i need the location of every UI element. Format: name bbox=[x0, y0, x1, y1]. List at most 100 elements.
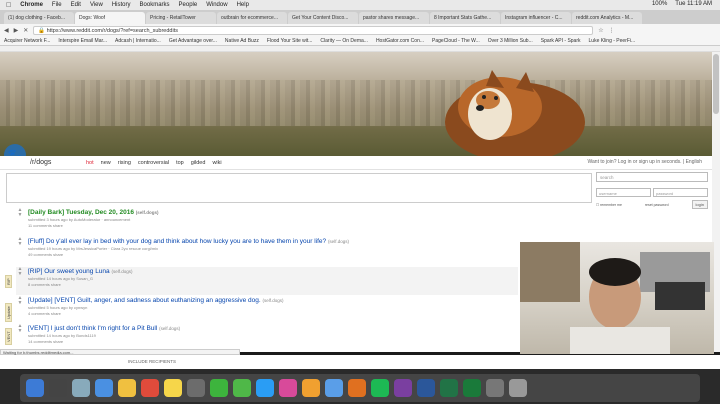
post-actions[interactable]: 8 comments share bbox=[28, 282, 518, 287]
tab-instagram[interactable]: Instagram influencer - C... bbox=[501, 12, 571, 24]
vote-arrows[interactable]: ▲ ▼ bbox=[16, 237, 24, 247]
bookmark-item[interactable]: Adcash | Internatio... bbox=[115, 38, 161, 44]
spotify-icon[interactable] bbox=[371, 379, 389, 397]
menu-history[interactable]: History bbox=[112, 2, 131, 8]
menu-file[interactable]: File bbox=[52, 2, 62, 8]
tab-reddit-analytics[interactable]: reddit.com Analytics - M... bbox=[572, 12, 642, 24]
tab-new[interactable]: new bbox=[101, 160, 111, 166]
bookmark-item[interactable]: Spark API - Spark bbox=[541, 38, 581, 44]
post-item[interactable]: ▲ ▼ [Update] [VENT] Guilt, anger, and sad… bbox=[16, 296, 518, 324]
post-actions[interactable]: 14 comments share bbox=[28, 339, 518, 344]
post-title[interactable]: [Fluff] Do y'all ever lay in bed with yo… bbox=[28, 238, 326, 245]
tab-gilded[interactable]: gilded bbox=[191, 160, 206, 166]
bookmark-item[interactable]: Acquirer Network F... bbox=[4, 38, 50, 44]
address-bar[interactable]: 🔒 https://www.reddit.com/r/dogs/?ref=sea… bbox=[33, 25, 594, 35]
word-icon[interactable] bbox=[417, 379, 435, 397]
excel-icon[interactable] bbox=[440, 379, 458, 397]
app-store-icon[interactable] bbox=[325, 379, 343, 397]
chrome-icon[interactable] bbox=[118, 379, 136, 397]
post-title[interactable]: [VENT] I just don't think I'm right for … bbox=[28, 325, 157, 332]
itunes-icon[interactable] bbox=[302, 379, 320, 397]
post-domain[interactable]: (self.dogs) bbox=[159, 326, 180, 331]
scrollbar-thumb[interactable] bbox=[713, 54, 719, 114]
camtasia-icon[interactable] bbox=[463, 379, 481, 397]
menu-icon[interactable]: ⋮ bbox=[609, 27, 615, 34]
bookmark-item[interactable]: Luke Kling - PeerFi... bbox=[589, 38, 636, 44]
bookmark-item[interactable]: PageCloud - The W... bbox=[432, 38, 480, 44]
tab-facebook[interactable]: (1) dog clothing - Faceb... bbox=[4, 12, 74, 24]
tab-outbrain[interactable]: outbrain for ecommerce... bbox=[217, 12, 287, 24]
tab-top[interactable]: top bbox=[176, 160, 184, 166]
ad-banner[interactable] bbox=[6, 173, 592, 203]
photos-icon[interactable] bbox=[279, 379, 297, 397]
tab-stats[interactable]: 8 Important Stats Gathe... bbox=[430, 12, 500, 24]
post-actions[interactable]: 4 comments share bbox=[28, 311, 518, 316]
back-icon[interactable]: ◀ bbox=[4, 27, 9, 34]
bookmark-item[interactable]: Over 3 Million Sub... bbox=[488, 38, 533, 44]
post-domain[interactable]: (self.dogs) bbox=[263, 298, 284, 303]
post-domain[interactable]: (self.dogs) bbox=[111, 269, 132, 274]
tab-controversial[interactable]: controversial bbox=[138, 160, 169, 166]
menu-bookmarks[interactable]: Bookmarks bbox=[140, 2, 170, 8]
vote-arrows[interactable]: ▲ ▼ bbox=[16, 267, 24, 277]
vote-arrows[interactable]: ▲ ▼ bbox=[16, 296, 24, 306]
menu-window[interactable]: Window bbox=[206, 2, 227, 8]
launchpad-icon[interactable] bbox=[72, 379, 90, 397]
subreddit-name[interactable]: /r/dogs bbox=[30, 159, 51, 166]
bookmark-item[interactable]: Native Ad Buzz bbox=[225, 38, 259, 44]
notes-icon[interactable] bbox=[164, 379, 182, 397]
skype-icon[interactable] bbox=[256, 379, 274, 397]
tab-hot[interactable]: hot bbox=[86, 160, 94, 166]
password-field[interactable]: password bbox=[653, 188, 708, 197]
finder-icon[interactable] bbox=[26, 379, 44, 397]
messages-icon[interactable] bbox=[210, 379, 228, 397]
bookmark-item[interactable]: HostGator.com Con... bbox=[376, 38, 424, 44]
bookmark-item[interactable]: Flood Your Site wit... bbox=[267, 38, 313, 44]
search-input[interactable]: search bbox=[596, 172, 708, 182]
forward-icon[interactable]: ▶ bbox=[14, 27, 19, 34]
post-actions[interactable]: 11 comments share bbox=[28, 223, 518, 228]
reminders-icon[interactable] bbox=[187, 379, 205, 397]
post-actions[interactable]: 49 comments share bbox=[28, 252, 518, 257]
apple-icon[interactable]:  bbox=[6, 2, 11, 9]
app-icon[interactable] bbox=[394, 379, 412, 397]
reset-password-link[interactable]: reset password bbox=[645, 203, 669, 207]
bookmark-item[interactable]: Clarity — On Dema... bbox=[320, 38, 368, 44]
post-item[interactable]: ▲ ▼ [VENT] I just don't think I'm right f… bbox=[16, 324, 518, 352]
post-item[interactable]: ▲ ▼ [Daily Bark] Tuesday, Dec 20, 2016 (s… bbox=[16, 208, 518, 236]
post-item[interactable]: ▲ ▼ [RIP] Our sweet young Luna (self.dogs… bbox=[16, 267, 518, 295]
post-title[interactable]: [Daily Bark] Tuesday, Dec 20, 2016 bbox=[28, 209, 134, 216]
app-menu[interactable]: Chrome bbox=[20, 2, 43, 8]
tab-pastor[interactable]: pastor shares message... bbox=[359, 12, 429, 24]
reload-icon[interactable]: ✕ bbox=[23, 27, 28, 34]
login-button[interactable]: login bbox=[691, 200, 708, 209]
login-prompt[interactable]: Want to join? Log in or sign up in secon… bbox=[587, 159, 702, 165]
tab-rising[interactable]: rising bbox=[118, 160, 131, 166]
vote-arrows[interactable]: ▲ ▼ bbox=[16, 208, 24, 218]
menu-help[interactable]: Help bbox=[237, 2, 249, 8]
tab-dogs-woof[interactable]: Dogs: Woof bbox=[75, 12, 145, 24]
menu-edit[interactable]: Edit bbox=[71, 2, 81, 8]
facetime-icon[interactable] bbox=[233, 379, 251, 397]
username-field[interactable]: username bbox=[596, 188, 651, 197]
vlc-icon[interactable] bbox=[348, 379, 366, 397]
post-item[interactable]: ▲ ▼ [Fluff] Do y'all ever lay in bed with… bbox=[16, 237, 518, 265]
tab-wiki[interactable]: wiki bbox=[212, 160, 221, 166]
bookmark-item[interactable]: Get Advantage over... bbox=[169, 38, 217, 44]
folder-icon[interactable] bbox=[486, 379, 504, 397]
tab-pricing[interactable]: Pricing - RetailTower bbox=[146, 12, 216, 24]
post-title[interactable]: [RIP] Our sweet young Luna bbox=[28, 268, 110, 275]
star-icon[interactable]: ☆ bbox=[598, 27, 603, 34]
post-domain[interactable]: (self.dogs) bbox=[328, 239, 349, 244]
menu-people[interactable]: People bbox=[179, 2, 198, 8]
calendar-icon[interactable] bbox=[141, 379, 159, 397]
vote-arrows[interactable]: ▲ ▼ bbox=[16, 324, 24, 334]
bookmark-item[interactable]: Interspire Email Mar... bbox=[58, 38, 107, 44]
siri-icon[interactable] bbox=[49, 379, 67, 397]
menu-view[interactable]: View bbox=[90, 2, 103, 8]
trash-icon[interactable] bbox=[509, 379, 527, 397]
remember-me-checkbox[interactable]: ☐ remember me bbox=[596, 203, 622, 207]
safari-icon[interactable] bbox=[95, 379, 113, 397]
tab-content[interactable]: Get Your Content Disco... bbox=[288, 12, 358, 24]
post-domain[interactable]: (self.dogs) bbox=[136, 210, 159, 215]
